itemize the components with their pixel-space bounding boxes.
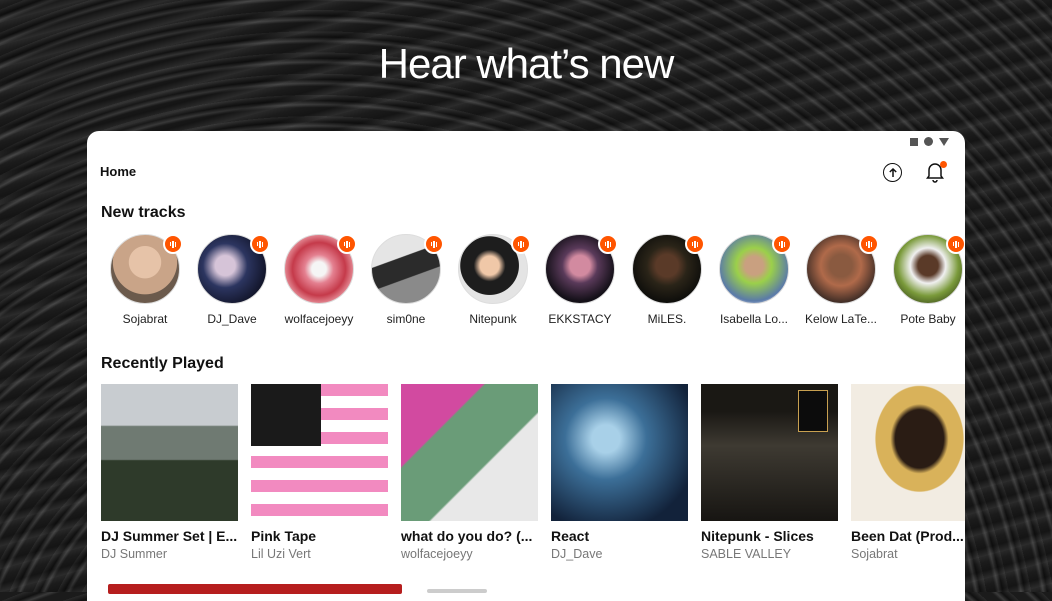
next-section-card[interactable] [108,584,402,594]
status-bar [910,137,949,146]
new-track-badge [859,234,879,254]
album-cover [251,384,388,521]
square-icon [910,137,918,146]
new-track-badge [337,234,357,254]
artist-item[interactable]: MiLES. [623,234,711,326]
track-title: React [551,528,590,544]
new-track-badge [598,234,618,254]
new-track-badge [163,234,183,254]
artist-item[interactable]: wolfacejoeyy [275,234,363,326]
recently-played-row: DJ Summer Set | E... DJ Summer Pink Tape… [101,384,965,574]
artist-item[interactable]: Pote Baby [884,234,965,326]
artist-name: Kelow LaTe... [804,312,878,326]
track-title: DJ Summer Set | E... [101,528,238,544]
artist-name: sim0ne [386,312,426,326]
album-cover [401,384,538,521]
track-artist: DJ Summer [101,547,167,561]
upload-button[interactable] [883,163,902,182]
section-title-recently-played: Recently Played [101,355,224,372]
avatar [110,234,183,304]
next-section-label [427,589,487,593]
track-artist: Lil Uzi Vert [251,547,311,561]
avatar [371,234,444,304]
app-window: Home New tracks Sojabrat DJ_Dave wolface… [87,131,965,601]
page-title: Home [100,164,137,179]
artist-item[interactable]: Isabella Lo... [710,234,798,326]
notification-dot [940,161,947,168]
new-track-badge [946,234,965,254]
artist-item[interactable]: Nitepunk [449,234,537,326]
album-cover [701,384,838,521]
album-cover [101,384,238,521]
artist-name: EKKSTACY [548,312,612,326]
artist-item[interactable]: sim0ne [362,234,450,326]
avatar [632,234,705,304]
new-track-badge [685,234,705,254]
artist-name: Sojabrat [122,312,168,326]
track-artist: Sojabrat [851,547,898,561]
avatar [806,234,879,304]
track-card[interactable]: what do you do? (... wolfacejoeyy [401,384,538,561]
artist-name: DJ_Dave [207,312,257,326]
track-card[interactable]: Been Dat (Prod... Sojabrat [851,384,965,561]
artist-name: wolfacejoeyy [284,312,354,326]
track-card[interactable]: Pink Tape Lil Uzi Vert [251,384,388,561]
new-track-badge [424,234,444,254]
album-cover [851,384,965,521]
new-track-badge [511,234,531,254]
top-bar: Home [87,155,965,187]
new-track-badge [250,234,270,254]
track-artist: wolfacejoeyy [401,547,473,561]
artist-name: Pote Baby [900,312,956,326]
artist-item[interactable]: Sojabrat [101,234,189,326]
track-artist: DJ_Dave [551,547,603,561]
album-cover [551,384,688,521]
track-title: Pink Tape [251,528,317,544]
track-title: Nitepunk - Slices [701,528,814,544]
avatar [284,234,357,304]
avatar [545,234,618,304]
artist-item[interactable]: Kelow LaTe... [797,234,885,326]
artist-item[interactable]: DJ_Dave [188,234,276,326]
avatar [197,234,270,304]
new-tracks-row: Sojabrat DJ_Dave wolfacejoeyy sim0ne Nit… [101,234,965,334]
track-artist: SABLE VALLEY [701,547,792,561]
avatar [893,234,965,304]
artist-name: Nitepunk [469,312,517,326]
artist-name: Isabella Lo... [719,312,789,326]
artist-name: MiLES. [647,312,687,326]
upload-icon [888,167,897,177]
section-title-new-tracks: New tracks [101,204,186,221]
track-title: Been Dat (Prod... [851,528,964,544]
promo-headline: Hear what’s new [378,40,675,87]
new-track-badge [772,234,792,254]
artist-item[interactable]: EKKSTACY [536,234,624,326]
triangle-icon [939,137,949,146]
track-card[interactable]: Nitepunk - Slices SABLE VALLEY [701,384,838,561]
track-card[interactable]: React DJ_Dave [551,384,688,561]
circle-icon [924,137,933,146]
track-title: what do you do? (... [401,528,533,544]
avatar [719,234,792,304]
avatar [458,234,531,304]
track-card[interactable]: DJ Summer Set | E... DJ Summer [101,384,238,561]
notifications-button[interactable] [925,161,947,183]
